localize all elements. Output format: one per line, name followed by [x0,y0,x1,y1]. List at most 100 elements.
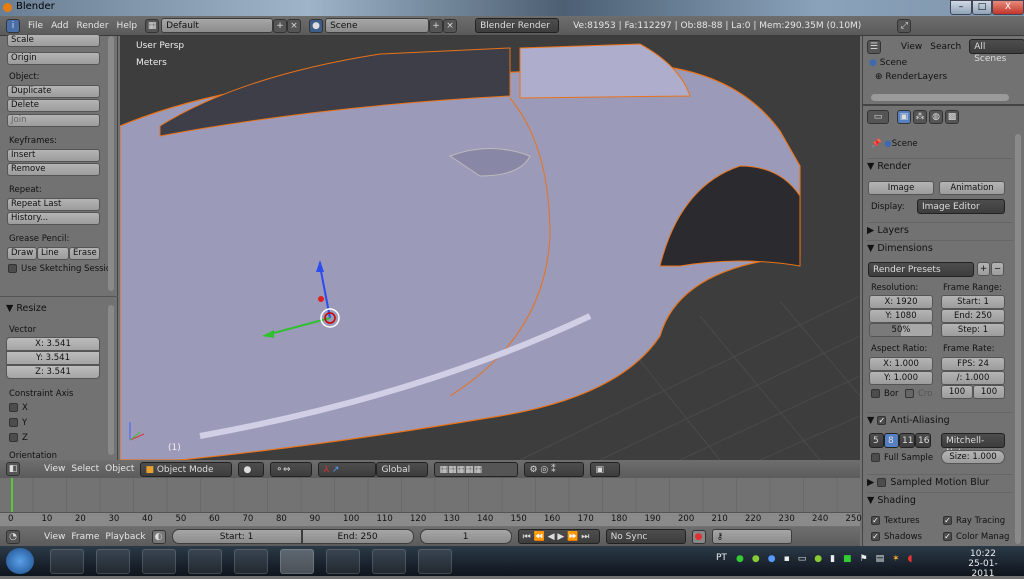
aspect-x-field[interactable]: X: 1.000 [869,357,933,371]
aspect-y-field[interactable]: Y: 1.000 [869,371,933,385]
fps-base-field[interactable]: /: 1.000 [941,371,1005,385]
add-scene-icon[interactable]: + [429,18,444,33]
minimize-button[interactable]: – [950,0,972,15]
outliner-menu-view[interactable]: View [901,42,922,52]
layout-select[interactable]: Default [161,18,274,33]
frame-end-field[interactable]: End: 250 [941,309,1005,323]
outliner-filter-select[interactable]: All Scenes [969,39,1024,64]
taskbar-chrome-icon[interactable] [142,549,176,574]
render-engine-select[interactable]: Blender Render [475,18,560,33]
clock[interactable]: 10:22 25-01-2011 [960,549,1006,579]
fps-field[interactable]: FPS: 24 [941,357,1005,371]
constraint-y-checkbox[interactable]: Y [9,418,27,428]
outliner-editor-icon[interactable]: ☰ [867,39,881,54]
render-image-button[interactable]: Image [868,181,934,195]
menu-frame[interactable]: Frame [71,532,99,542]
erase-button[interactable]: Erase [69,247,100,260]
system-tray-icons[interactable]: ● ● ● ▪ ▭ ● ▮ ■ ⚑ ▤ ✶ ◖ [736,554,946,568]
scene-select[interactable]: Scene [325,18,430,33]
aa-sample-8[interactable]: 8 [884,433,899,448]
time-new-field[interactable]: 100 [973,385,1005,399]
history-button[interactable]: History... [7,212,100,225]
input-language[interactable]: PT [716,553,727,563]
taskbar-app2-icon[interactable] [418,549,452,574]
sync-select[interactable]: No Sync [605,529,686,544]
resolution-percentage-slider[interactable]: 50% [869,323,933,337]
menu-view[interactable]: View [44,464,65,474]
render-presets-select[interactable]: Render Presets [868,262,974,277]
taskbar-media-player-icon[interactable] [96,549,130,574]
color-management-checkbox[interactable]: ✓ Color Manag [943,532,1009,542]
outliner-item-renderlayers[interactable]: ⊕ RenderLayers [875,72,947,82]
screen-layout-icon[interactable]: ▦ [145,18,160,33]
taskbar-messenger-icon[interactable] [234,549,268,574]
dimensions-panel-header[interactable]: ▼ Dimensions [867,240,1013,254]
timeline-ruler[interactable]: 0 10 20 30 40 50 60 70 80 90 100 110 120 130 140 150 160… [0,512,862,526]
scale-button[interactable]: Scale [7,34,100,47]
3d-view-editor-icon[interactable]: ◧ [6,462,20,476]
outliner-item-scene[interactable]: ● Scene [869,58,907,68]
scene-tab-icon[interactable]: ⁂ [913,110,927,124]
anti-aliasing-panel-header[interactable]: ▼ ✓ Anti-Aliasing [867,412,1013,426]
resolution-x-field[interactable]: X: 1920 [869,295,933,309]
render-panel-header[interactable]: ▼ Render [867,158,1013,172]
remove-scene-icon[interactable]: × [443,18,458,33]
taskbar-paint-icon[interactable] [372,549,406,574]
shading-panel-header[interactable]: ▼ Shading [867,492,1013,506]
frame-step-field[interactable]: Step: 1 [941,323,1005,337]
current-frame-field[interactable]: 1 [419,529,512,544]
record-icon[interactable]: ● [691,529,706,544]
taskbar-folder-icon[interactable] [188,549,222,574]
add-layout-icon[interactable]: + [273,18,288,33]
menu-render[interactable]: Render [77,21,109,31]
taskbar-explorer-icon[interactable] [50,549,84,574]
full-sample-checkbox[interactable]: Full Sample [871,453,933,463]
add-preset-button[interactable]: + [977,262,990,276]
pivot-select[interactable]: ⚬⇔ [270,461,313,477]
texture-tab-icon[interactable]: ▩ [945,110,959,124]
aa-sample-11[interactable]: 11 [899,433,915,448]
vector-z-field[interactable]: Z: 3.541 [6,365,100,379]
menu-playback[interactable]: Playback [105,532,145,542]
vector-x-field[interactable]: X: 3.541 [6,337,100,351]
outliner-h-scrollbar[interactable] [871,94,1009,101]
shading-select[interactable]: ● [238,461,265,477]
operator-scrollbar[interactable] [108,305,114,455]
keying-set-field[interactable]: ⚷ [711,529,792,544]
remove-preset-button[interactable]: − [991,262,1004,276]
sketching-checkbox[interactable]: Use Sketching Sessio [8,264,111,274]
origin-button[interactable]: Origin [7,52,100,65]
manipulator-buttons[interactable]: ⅄ ↗ [318,461,377,477]
ray-tracing-checkbox[interactable]: ✓ Ray Tracing [943,516,1005,526]
vector-y-field[interactable]: Y: 3.541 [6,351,100,365]
timeline-editor-icon[interactable]: ◔ [6,529,20,544]
fullscreen-icon[interactable]: ⤢ [897,18,912,33]
start-frame-field[interactable]: Start: 1 [171,529,302,544]
display-select[interactable]: Image Editor [917,199,1005,214]
properties-scrollbar[interactable] [1015,134,1021,544]
end-frame-field[interactable]: End: 250 [301,529,414,544]
mode-select[interactable]: ■ Object Mode [140,461,233,477]
playback-controls[interactable]: ⏮ ⏪ ◀ ▶ ⏩ ⏭ [517,529,600,544]
close-button[interactable]: X [992,0,1024,15]
constraint-x-checkbox[interactable]: X [9,403,28,413]
constraint-z-checkbox[interactable]: Z [9,433,28,443]
3d-viewport[interactable]: User Persp Meters (1) [120,36,860,460]
snap-buttons[interactable]: ⚙ ◎ ⁑ [524,461,585,477]
layers-panel-header[interactable]: ▶ Layers [867,222,1013,236]
textures-checkbox[interactable]: ✓ Textures [871,516,920,526]
menu-help[interactable]: Help [117,21,138,31]
aa-filter-select[interactable]: Mitchell-Net [941,433,1005,458]
layer-buttons[interactable]: ▦▦▦▦▦ ▦▦▦▦▦ [434,461,519,487]
properties-editor-icon[interactable]: ▭ [867,110,889,124]
time-old-field[interactable]: 100 [941,385,973,399]
draw-button[interactable]: Draw [7,247,37,260]
preview-range-icon[interactable]: ◐ [151,529,166,544]
world-tab-icon[interactable]: ◍ [929,110,943,124]
remove-keyframe-button[interactable]: Remove [7,163,100,176]
remove-layout-icon[interactable]: × [287,18,302,33]
start-button[interactable] [6,548,34,574]
timeline-area[interactable] [0,478,860,512]
maximize-button[interactable]: □ [972,0,992,15]
menu-select[interactable]: Select [71,464,99,474]
